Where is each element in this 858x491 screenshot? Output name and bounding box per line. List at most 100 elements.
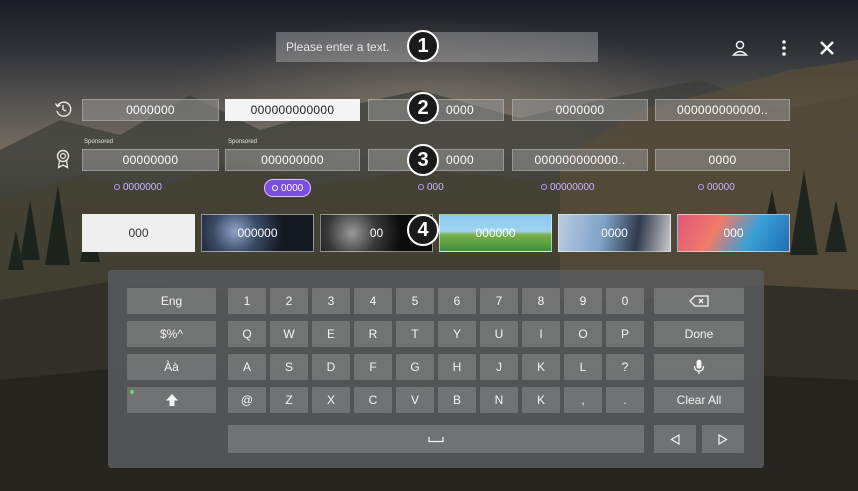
key-char[interactable]: K	[522, 354, 560, 380]
recommended-chip[interactable]: 00000000	[82, 149, 219, 171]
key-char[interactable]: W	[270, 321, 308, 347]
more-vertical-icon[interactable]	[772, 36, 796, 60]
key-char[interactable]: K	[522, 387, 560, 413]
key-char[interactable]: .	[606, 387, 644, 413]
key-char[interactable]: Y	[438, 321, 476, 347]
key-accents[interactable]: Àà	[127, 354, 216, 380]
key-done[interactable]: Done	[654, 321, 744, 347]
badge-icon	[52, 148, 74, 170]
recommended-sub-item[interactable]: 00000000	[541, 180, 595, 194]
key-char[interactable]: D	[312, 354, 350, 380]
sub-label: 0000000	[123, 181, 162, 193]
tile-label: 000	[128, 226, 149, 240]
key-clear-all[interactable]: Clear All	[654, 387, 744, 413]
content-tile[interactable]: 000	[677, 214, 790, 252]
key-char[interactable]: O	[564, 321, 602, 347]
key-symbols[interactable]: $%^	[127, 321, 216, 347]
key-char[interactable]: 3	[312, 288, 350, 314]
key-char[interactable]: P	[606, 321, 644, 347]
recommended-chip[interactable]: 000000000	[225, 149, 360, 171]
recent-search-chip[interactable]: 000000000000	[225, 99, 360, 121]
key-char[interactable]: ?	[606, 354, 644, 380]
recommended-sub-item-selected[interactable]: 0000	[264, 179, 312, 197]
key-char[interactable]: G	[396, 354, 434, 380]
shift-indicator	[130, 390, 134, 394]
sub-label: 00000000	[550, 181, 595, 193]
key-char[interactable]: V	[396, 387, 434, 413]
key-char[interactable]: X	[312, 387, 350, 413]
backspace-icon	[689, 295, 709, 307]
key-char[interactable]: 9	[564, 288, 602, 314]
key-char[interactable]: 0	[606, 288, 644, 314]
space-bar-icon	[428, 437, 444, 443]
key-char[interactable]: T	[396, 321, 434, 347]
circle-icon	[418, 184, 424, 190]
key-char[interactable]: ,	[564, 387, 602, 413]
sponsored-label: Sponsored	[228, 139, 258, 145]
recommended-sub-item[interactable]: 0000000	[114, 180, 162, 194]
key-cursor-left[interactable]	[654, 425, 696, 453]
shift-up-arrow-icon	[165, 394, 178, 406]
callout-2: 2	[407, 92, 439, 124]
tile-label: 000000	[237, 226, 278, 240]
callout-1: 1	[407, 30, 439, 62]
key-char[interactable]: 4	[354, 288, 392, 314]
tile-label: 000000	[475, 226, 516, 240]
triangle-right-icon	[718, 433, 728, 445]
key-char[interactable]: Z	[270, 387, 308, 413]
key-language[interactable]: Eng	[127, 288, 216, 314]
virtual-keyboard: Eng $%^ Àà 1 2 3 4 5 6 7 8 9 0 Q W E R T…	[108, 270, 764, 468]
person-icon[interactable]	[728, 36, 752, 60]
key-char[interactable]: I	[522, 321, 560, 347]
recommended-chip[interactable]: 0000	[655, 149, 790, 171]
tile-label: 000	[723, 226, 744, 240]
tile-label: 0000	[601, 226, 628, 240]
content-tile[interactable]: 000	[82, 214, 195, 252]
circle-icon	[698, 184, 704, 190]
callout-4: 4	[407, 214, 439, 246]
recommended-sub-item[interactable]: 000	[418, 180, 444, 194]
key-char[interactable]: R	[354, 321, 392, 347]
key-char[interactable]: J	[480, 354, 518, 380]
key-char[interactable]: B	[438, 387, 476, 413]
triangle-left-icon	[670, 433, 680, 445]
tile-label: 00	[369, 226, 384, 240]
circle-icon	[272, 185, 278, 191]
key-char[interactable]: Q	[228, 321, 266, 347]
key-char[interactable]: L	[564, 354, 602, 380]
key-char[interactable]: S	[270, 354, 308, 380]
key-shift[interactable]	[127, 387, 216, 413]
key-char[interactable]: E	[312, 321, 350, 347]
key-backspace[interactable]	[654, 288, 744, 314]
recent-search-chip[interactable]: 000000000000..	[655, 99, 790, 121]
key-char[interactable]: @	[228, 387, 266, 413]
recommended-sub-item[interactable]: 00000	[698, 180, 735, 194]
close-icon[interactable]	[815, 36, 839, 60]
key-char[interactable]: 8	[522, 288, 560, 314]
recent-search-chip[interactable]: 0000000	[82, 99, 219, 121]
key-char[interactable]: A	[228, 354, 266, 380]
content-tile[interactable]: 000000	[201, 214, 314, 252]
key-cursor-right[interactable]	[702, 425, 744, 453]
key-char[interactable]: 5	[396, 288, 434, 314]
key-space[interactable]	[228, 425, 644, 453]
circle-icon	[541, 184, 547, 190]
key-char[interactable]: H	[438, 354, 476, 380]
key-char[interactable]: F	[354, 354, 392, 380]
key-char[interactable]: 6	[438, 288, 476, 314]
recommended-chip[interactable]: 000000000000..	[512, 149, 648, 171]
key-char[interactable]: 1	[228, 288, 266, 314]
key-char[interactable]: 7	[480, 288, 518, 314]
sub-label: 000	[427, 181, 444, 193]
key-char[interactable]: U	[480, 321, 518, 347]
microphone-icon	[693, 359, 705, 374]
content-tile[interactable]: 000000	[439, 214, 552, 252]
content-tile[interactable]: 0000	[558, 214, 671, 252]
key-char[interactable]: N	[480, 387, 518, 413]
history-clock-icon	[52, 98, 74, 120]
key-char[interactable]: 2	[270, 288, 308, 314]
key-voice[interactable]	[654, 354, 744, 380]
key-char[interactable]: C	[354, 387, 392, 413]
circle-icon	[114, 184, 120, 190]
recent-search-chip[interactable]: 0000000	[512, 99, 648, 121]
